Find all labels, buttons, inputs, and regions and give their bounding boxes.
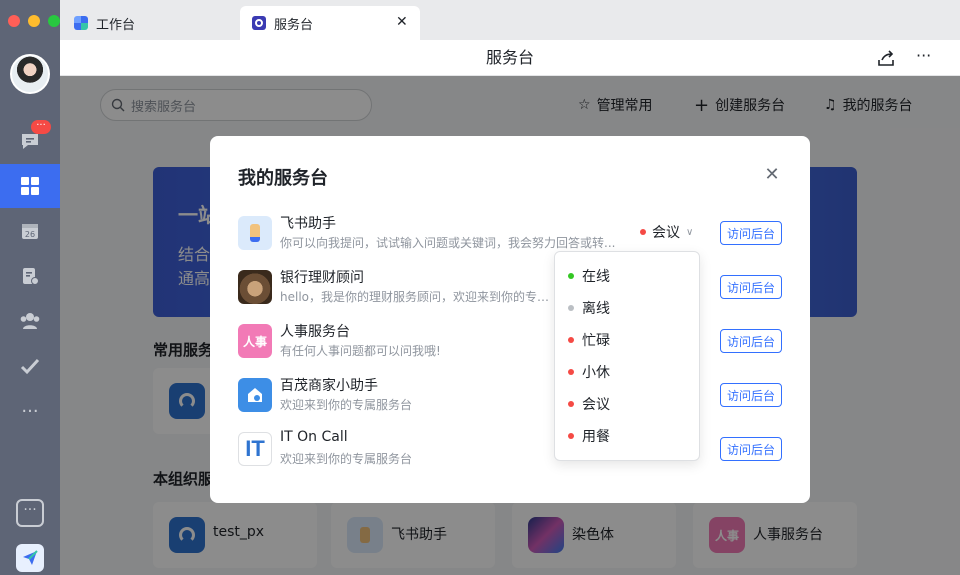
store-helper-icon: [238, 378, 272, 412]
status-dot: [568, 369, 574, 375]
hr-icon: 人事: [238, 324, 272, 358]
contacts-icon[interactable]: [0, 299, 60, 343]
calendar-icon[interactable]: 26: [0, 209, 60, 253]
window-maximize-button[interactable]: [48, 15, 60, 27]
user-avatar[interactable]: [10, 54, 50, 94]
chevron-down-icon: ∨: [686, 226, 694, 238]
status-option-label: 忙碌: [582, 333, 610, 349]
status-value: 会议: [652, 225, 680, 241]
tab-workplace[interactable]: 工作台: [62, 6, 147, 40]
tab-service-desk[interactable]: 服务台 ✕: [240, 6, 420, 40]
desk-item[interactable]: IT IT On Call 欢迎来到你的专属服务台 访问后台: [238, 429, 788, 476]
status-option-label: 小休: [582, 365, 610, 381]
more-apps-icon[interactable]: ···: [0, 389, 60, 433]
cat-photo-icon: [238, 270, 272, 304]
my-service-desks-dialog: 我的服务台 ✕ 飞书助手 你可以向我提问，试试输入问题或关键词，我会努力回答或转…: [210, 136, 810, 503]
app-sidebar: ··· 26 ··· ···: [0, 0, 60, 575]
desk-desc: 你可以向我提问，试试输入问题或关键词，我会努力回答或转...: [280, 236, 616, 250]
status-dot: [568, 433, 574, 439]
visit-admin-button[interactable]: 访问后台: [720, 221, 782, 245]
status-option-busy[interactable]: 忙碌: [555, 324, 701, 356]
status-option-label: 会议: [582, 397, 610, 413]
desk-item[interactable]: 飞书助手 你可以向我提问，试试输入问题或关键词，我会努力回答或转... 会议 ∨…: [238, 216, 788, 260]
tab-label: 工作台: [96, 17, 136, 33]
status-option-online[interactable]: 在线: [555, 260, 701, 292]
visit-admin-button[interactable]: 访问后台: [720, 383, 782, 407]
it-icon: IT: [238, 432, 272, 466]
status-option-break[interactable]: 小休: [555, 356, 701, 388]
status-dot: [568, 337, 574, 343]
desk-name: 飞书助手: [280, 216, 336, 232]
desk-item[interactable]: 人事 人事服务台 有任何人事问题都可以问我哦! 访问后台: [238, 324, 788, 368]
desk-name: IT On Call: [280, 429, 348, 445]
status-option-offline[interactable]: 离线: [555, 292, 701, 324]
status-option-label: 在线: [582, 269, 610, 285]
assistant-icon: [238, 216, 272, 250]
desk-desc: hello，我是你的理财服务顾问，欢迎来到你的专属服: [280, 290, 554, 304]
desk-item[interactable]: 银行理财顾问 hello，我是你的理财服务顾问，欢迎来到你的专属服 访问后台: [238, 270, 788, 314]
close-icon[interactable]: ✕: [762, 164, 782, 185]
status-select[interactable]: 会议 ∨: [640, 222, 693, 242]
desk-item[interactable]: 百茂商家小助手 欢迎来到你的专属服务台 访问后台: [238, 378, 788, 422]
status-option-label: 用餐: [582, 429, 610, 445]
status-dot: [640, 229, 646, 235]
status-dot: [568, 305, 574, 311]
tab-bar: 工作台 服务台 ✕: [60, 0, 960, 40]
more-menu-icon[interactable]: ···: [16, 499, 44, 527]
visit-admin-button[interactable]: 访问后台: [720, 437, 782, 461]
more-icon[interactable]: ···: [916, 46, 931, 65]
status-option-label: 离线: [582, 301, 610, 317]
service-desk-icon: [252, 16, 266, 30]
unread-badge: ···: [31, 120, 51, 134]
workplace-icon[interactable]: [0, 164, 60, 208]
status-option-meeting[interactable]: 会议: [555, 388, 701, 420]
status-dot: [568, 401, 574, 407]
tab-label: 服务台: [274, 17, 314, 33]
window-minimize-button[interactable]: [28, 15, 40, 27]
messenger-icon[interactable]: [0, 119, 60, 163]
grid-icon: [74, 16, 88, 30]
tasks-icon[interactable]: [0, 344, 60, 388]
desk-name: 百茂商家小助手: [280, 378, 378, 394]
visit-admin-button[interactable]: 访问后台: [720, 329, 782, 353]
approval-icon[interactable]: [0, 254, 60, 298]
status-dot: [568, 273, 574, 279]
status-dropdown: 在线 离线 忙碌 小休 会议 用餐: [554, 251, 700, 461]
close-icon[interactable]: ✕: [396, 14, 408, 30]
visit-admin-button[interactable]: 访问后台: [720, 275, 782, 299]
status-option-lunch[interactable]: 用餐: [555, 420, 701, 452]
dialog-title: 我的服务台: [238, 168, 328, 189]
share-icon[interactable]: [876, 48, 896, 72]
page-title: 服务台: [485, 48, 534, 67]
page-header: 服务台 ···: [60, 40, 960, 76]
app-logo-icon[interactable]: [16, 544, 44, 572]
desk-name: 银行理财顾问: [280, 270, 364, 286]
window-close-button[interactable]: [8, 15, 20, 27]
desk-name: 人事服务台: [280, 324, 350, 340]
svg-text:26: 26: [25, 230, 35, 239]
